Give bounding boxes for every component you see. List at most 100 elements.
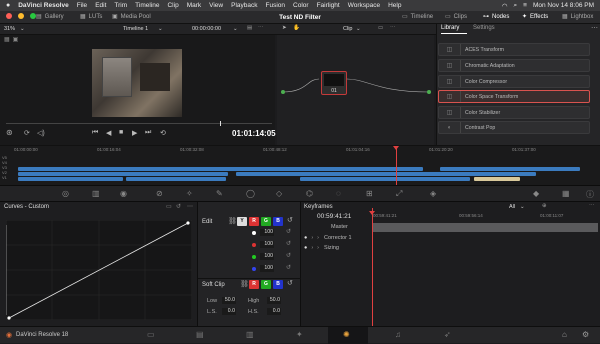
tracker-icon[interactable]: ◇ bbox=[276, 189, 282, 198]
link-icon[interactable]: ⛓ bbox=[228, 217, 237, 225]
tab-timeline[interactable]: ▭ Timeline bbox=[402, 13, 433, 21]
keyframes-toggle-icon[interactable]: ◆ bbox=[533, 189, 539, 198]
home-icon[interactable]: ⌂ bbox=[562, 330, 567, 339]
reset-icon[interactable]: ↺ bbox=[176, 203, 181, 210]
loop-play-button[interactable]: ⟲ bbox=[160, 129, 166, 137]
viewer-scrubber[interactable] bbox=[6, 123, 272, 124]
reset-icon[interactable]: ↺ bbox=[286, 240, 291, 247]
timeline-clip[interactable] bbox=[126, 177, 226, 181]
camera-raw-icon[interactable]: ◎ bbox=[62, 189, 69, 198]
channel-g-button[interactable]: G bbox=[261, 217, 271, 226]
keyframe-dot-icon[interactable]: ● bbox=[304, 245, 307, 251]
color-wheels-icon[interactable]: ◉ bbox=[120, 189, 127, 198]
menu-fusion[interactable]: Fusion bbox=[266, 2, 286, 9]
fairlight-page-icon[interactable]: ♫ bbox=[395, 330, 401, 339]
menu-help[interactable]: Help bbox=[388, 2, 401, 9]
hdr-icon[interactable]: ⊘ bbox=[156, 189, 163, 198]
chevron-down-icon[interactable]: ⌄ bbox=[20, 26, 25, 32]
effect-color-stabilizer[interactable]: ◫ Color Stabilizer bbox=[438, 106, 590, 119]
timeline-clip-selected[interactable] bbox=[474, 177, 520, 181]
more-icon[interactable]: ⋯ bbox=[187, 203, 193, 210]
soft-clip-b-button[interactable]: B bbox=[273, 280, 283, 289]
color-match-icon[interactable]: ▥ bbox=[92, 189, 100, 198]
luma-intensity-input[interactable]: 100 bbox=[260, 229, 274, 236]
keyframe-options-icon[interactable]: ⊕ bbox=[542, 203, 547, 209]
low-input[interactable]: 50.0 bbox=[222, 297, 236, 304]
menu-view[interactable]: View bbox=[209, 2, 223, 9]
menu-workspace[interactable]: Workspace bbox=[348, 2, 380, 9]
node-view-icon[interactable]: ▭ bbox=[378, 25, 383, 31]
green-intensity-input[interactable]: 100 bbox=[260, 253, 274, 260]
menu-fairlight[interactable]: Fairlight bbox=[317, 2, 340, 9]
blur-icon[interactable]: ◌ bbox=[336, 189, 341, 198]
tab-effects[interactable]: ✦ Effects bbox=[522, 13, 548, 21]
menu-edit[interactable]: Edit bbox=[95, 2, 106, 9]
window-icon[interactable]: ◯ bbox=[246, 189, 255, 198]
deliver-page-icon[interactable]: ➶ bbox=[444, 330, 451, 339]
viewer-playhead[interactable] bbox=[220, 121, 221, 126]
zoom-select[interactable]: 31% bbox=[4, 26, 15, 32]
color-page-icon[interactable]: ✺ bbox=[343, 330, 350, 339]
node-editor[interactable]: 01 bbox=[277, 35, 434, 145]
reset-icon[interactable]: ↺ bbox=[286, 252, 291, 259]
last-frame-button[interactable]: ⏭ bbox=[145, 129, 151, 137]
keyframe-filter-select[interactable]: All bbox=[509, 204, 515, 210]
effect-color-compressor[interactable]: ◫ Color Compressor bbox=[438, 75, 590, 88]
fusion-page-icon[interactable]: ✦ bbox=[296, 330, 303, 339]
timeline-clip[interactable] bbox=[300, 177, 470, 181]
timeline-clip[interactable] bbox=[18, 172, 228, 176]
viewer-options-icon[interactable]: ▤ bbox=[247, 25, 252, 31]
channel-b-button[interactable]: B bbox=[273, 217, 283, 226]
timeline-select[interactable]: Timeline 1 bbox=[123, 26, 148, 32]
chevron-right-icon[interactable]: › bbox=[311, 235, 313, 241]
menu-clip[interactable]: Clip bbox=[167, 2, 178, 9]
image-wipe-icon[interactable]: ▣ bbox=[13, 36, 19, 44]
tab-clips[interactable]: ▭ Clips bbox=[445, 13, 467, 21]
play-button[interactable]: ▶ bbox=[132, 129, 137, 137]
keyframe-row-corrector[interactable]: ● › › Corrector 1 bbox=[301, 233, 600, 242]
node-options-icon[interactable]: ⋯ bbox=[390, 25, 396, 31]
key-icon[interactable]: ⊞ bbox=[366, 189, 373, 198]
menu-file[interactable]: File bbox=[77, 2, 87, 9]
chevron-down-icon[interactable]: ⌄ bbox=[356, 26, 361, 32]
effect-chromatic-adaptation[interactable]: ◫ Chromatic Adaptation bbox=[438, 59, 590, 72]
timeline-clip[interactable] bbox=[440, 167, 580, 171]
first-frame-button[interactable]: ⏮ bbox=[92, 129, 98, 137]
channel-r-button[interactable]: R bbox=[249, 217, 259, 226]
playhead-marker-icon[interactable] bbox=[369, 211, 375, 215]
expand-chevron-icon[interactable]: › bbox=[317, 235, 319, 241]
more-icon[interactable]: ⋯ bbox=[589, 203, 595, 209]
menu-trim[interactable]: Trim bbox=[114, 2, 127, 9]
menu-timeline[interactable]: Timeline bbox=[135, 2, 159, 9]
hand-icon[interactable]: ✋ bbox=[293, 25, 300, 31]
control-center-icon[interactable]: ≡ bbox=[523, 2, 527, 9]
rewind-button[interactable]: ◀ bbox=[106, 129, 111, 137]
clock[interactable]: Mon Nov 14 8:06 PM bbox=[533, 2, 594, 9]
reset-icon[interactable]: ↺ bbox=[286, 264, 291, 271]
red-intensity-input[interactable]: 100 bbox=[260, 241, 274, 248]
chevron-down-icon[interactable]: ⌄ bbox=[520, 204, 525, 210]
chevron-right-icon[interactable]: › bbox=[311, 245, 313, 251]
curve-graph[interactable] bbox=[6, 220, 192, 320]
reset-icon[interactable]: ↺ bbox=[286, 228, 291, 235]
media-page-icon[interactable]: ▭ bbox=[147, 330, 155, 339]
soft-clip-g-button[interactable]: G bbox=[261, 280, 271, 289]
ls-input[interactable]: 0.0 bbox=[222, 308, 236, 315]
link-icon[interactable]: ⛓ bbox=[240, 280, 249, 288]
playhead-marker-icon[interactable] bbox=[393, 146, 399, 150]
library-menu-icon[interactable]: ⋯ bbox=[591, 24, 598, 32]
speed-icon[interactable]: ⊛ bbox=[6, 128, 13, 137]
hs-input[interactable]: 0.0 bbox=[267, 308, 281, 315]
eyedropper-icon[interactable]: ✎ bbox=[216, 189, 223, 198]
pointer-icon[interactable]: ➤ bbox=[282, 25, 287, 31]
curve-mode-icon[interactable]: ▭ bbox=[166, 203, 172, 210]
app-menu[interactable]: DaVinci Resolve bbox=[18, 2, 68, 9]
edit-page-icon[interactable]: ▥ bbox=[246, 330, 254, 339]
expand-chevron-icon[interactable]: › bbox=[317, 245, 319, 251]
chevron-down-icon[interactable]: ⌄ bbox=[233, 26, 238, 32]
timeline-clip[interactable] bbox=[18, 167, 423, 171]
info-icon[interactable]: ⓘ bbox=[586, 189, 594, 200]
corrector-node[interactable]: 01 bbox=[321, 71, 347, 95]
stop-button[interactable]: ■ bbox=[119, 129, 123, 136]
effect-aces-transform[interactable]: ◫ ACES Transform bbox=[438, 43, 590, 56]
